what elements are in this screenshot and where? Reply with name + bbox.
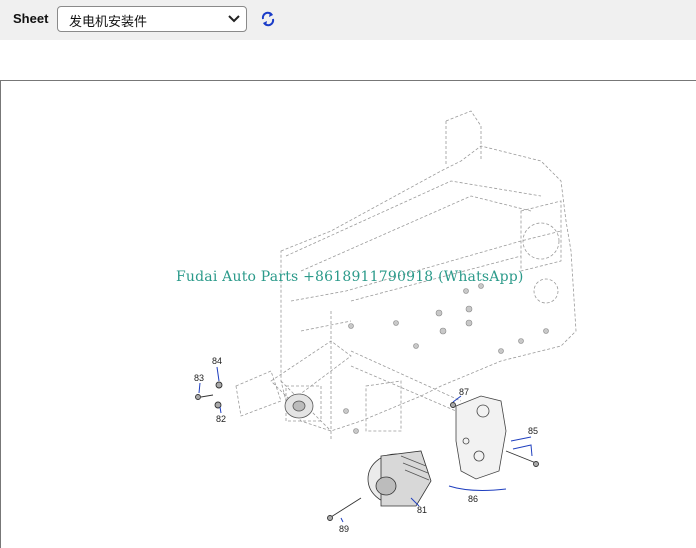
- callout-87[interactable]: 87: [459, 387, 469, 397]
- callout-89[interactable]: 89: [339, 524, 349, 534]
- parts-diagram: 81 82 83 84 85 86 87 89: [194, 110, 577, 534]
- refresh-icon[interactable]: [259, 10, 277, 28]
- drawing-viewer[interactable]: 81 82 83 84 85 86 87 89 Fudai Auto Parts…: [0, 80, 696, 548]
- callout-84[interactable]: 84: [212, 356, 222, 366]
- callout-86[interactable]: 86: [468, 494, 478, 504]
- sheet-label: Sheet: [13, 11, 49, 26]
- watermark-text: Fudai Auto Parts +8618911790918 (WhatsAp…: [176, 269, 524, 285]
- callout-83[interactable]: 83: [194, 373, 204, 383]
- sheet-select[interactable]: 发电机安装件: [57, 6, 247, 32]
- sheet-select-value: 发电机安装件: [69, 15, 148, 30]
- toolbar: Sheet 发电机安装件: [0, 0, 696, 40]
- callout-85[interactable]: 85: [528, 426, 538, 436]
- chevron-down-icon: [228, 15, 240, 23]
- callout-82[interactable]: 82: [216, 414, 226, 424]
- callout-81[interactable]: 81: [417, 505, 427, 515]
